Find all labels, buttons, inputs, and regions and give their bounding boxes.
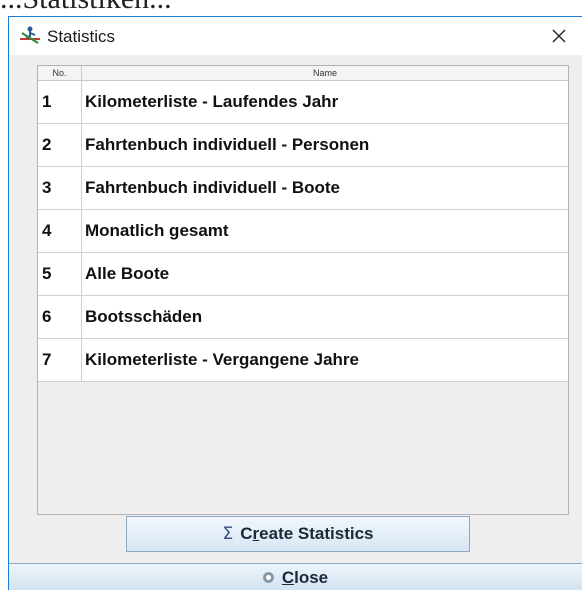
row-number: 7 (38, 339, 82, 381)
table-header: No. Name (38, 66, 568, 81)
row-name: Alle Boote (85, 264, 170, 283)
row-number: 6 (38, 296, 82, 338)
close-dot-icon (262, 572, 274, 583)
row-number: 3 (38, 167, 82, 209)
row-name: Kilometerliste - Vergangene Jahre (85, 350, 359, 369)
row-number: 2 (38, 124, 82, 166)
table-row[interactable]: 3 Fahrtenbuch individuell - Boote (38, 167, 568, 210)
row-number: 4 (38, 210, 82, 252)
table-row[interactable]: 1 Kilometerliste - Laufendes Jahr (38, 81, 568, 124)
column-header-name[interactable]: Name (82, 66, 568, 80)
background-text: ...Statistiken... (0, 0, 172, 16)
table-body: 1 Kilometerliste - Laufendes Jahr 2 Fahr… (38, 81, 568, 382)
dialog-content: No. Name 1 Kilometerliste - Laufendes Ja… (9, 55, 582, 590)
column-header-no[interactable]: No. (38, 66, 82, 80)
close-icon (552, 29, 566, 43)
row-name: Bootsschäden (85, 307, 203, 326)
close-window-button[interactable] (536, 17, 582, 55)
table-row[interactable]: 2 Fahrtenbuch individuell - Personen (38, 124, 568, 167)
row-name: Fahrtenbuch individuell - Personen (85, 135, 370, 154)
statistics-table: No. Name 1 Kilometerliste - Laufendes Ja… (37, 65, 569, 515)
background-window-fragment: ...Statistiken... (0, 0, 582, 16)
window-title: Statistics (47, 27, 116, 46)
rower-icon (19, 26, 41, 44)
create-button-label: Create Statistics (240, 524, 374, 543)
close-button-label: Close (281, 567, 329, 587)
table-row[interactable]: 7 Kilometerliste - Vergangene Jahre (38, 339, 568, 382)
row-name: Monatlich gesamt (85, 221, 229, 240)
create-statistics-button[interactable]: Σ Create Statistics (126, 516, 470, 552)
table-row[interactable]: 4 Monatlich gesamt (38, 210, 568, 253)
title-bar: Statistics (9, 17, 582, 55)
statistics-dialog: Statistics No. Name 1 Kilometerliste - L… (8, 16, 582, 590)
row-name: Fahrtenbuch individuell - Boote (85, 178, 340, 197)
close-button[interactable]: Close (9, 563, 582, 590)
row-name: Kilometerliste - Laufendes Jahr (85, 92, 339, 111)
row-number: 1 (38, 81, 82, 123)
sigma-icon: Σ (222, 524, 234, 544)
table-row[interactable]: 5 Alle Boote (38, 253, 568, 296)
table-row[interactable]: 6 Bootsschäden (38, 296, 568, 339)
row-number: 5 (38, 253, 82, 295)
